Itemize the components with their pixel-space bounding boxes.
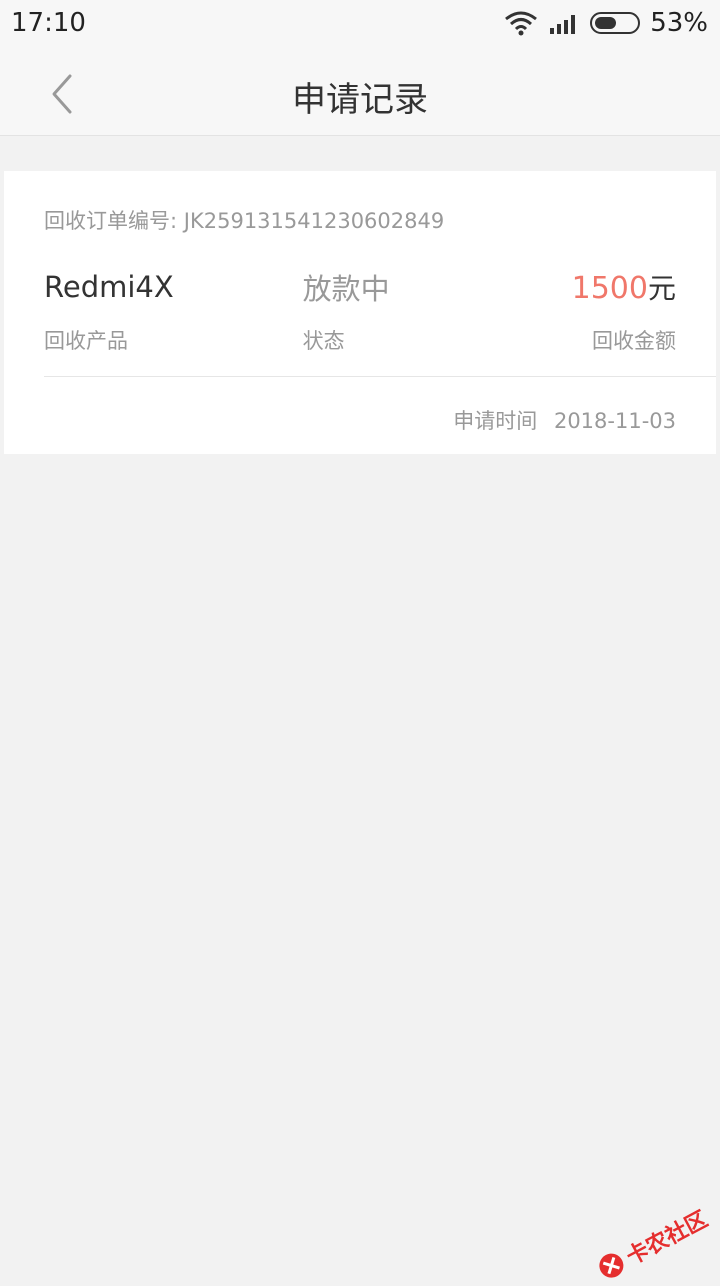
amount-unit: 元	[647, 272, 676, 305]
amount-label: 回收金额	[591, 329, 676, 353]
wifi-icon	[505, 11, 538, 36]
status-value: 放款中	[302, 272, 390, 306]
watermark-text: 卡农社区	[622, 1206, 713, 1271]
apply-time-label: 申请时间	[453, 409, 538, 433]
status-label: 状态	[302, 329, 345, 353]
page-title: 申请记录	[292, 80, 428, 120]
battery-icon	[590, 12, 641, 34]
amount-number: 1500	[571, 271, 648, 306]
battery-percent: 53%	[650, 8, 708, 38]
product-value: Redmi4X	[44, 270, 174, 304]
record-values-row: Redmi4X 放款中 1500元	[44, 267, 676, 307]
order-number: 回收订单编号: JK259131541230602849	[44, 205, 444, 235]
status-icons: 53%	[504, 8, 708, 38]
amount-value: 1500元	[465, 267, 676, 307]
record-card[interactable]: 回收订单编号: JK259131541230602849 Redmi4X 放款中…	[4, 171, 716, 454]
record-labels-row: 回收产品 状态 回收金额	[44, 325, 676, 355]
signal-icon	[550, 15, 576, 34]
order-number-value: JK259131541230602849	[183, 209, 445, 233]
product-label: 回收产品	[44, 329, 128, 353]
apply-time: 申请时间 2018-11-03	[453, 405, 676, 435]
status-time: 17:10	[11, 8, 86, 38]
top-nav-bar: 申请记录	[0, 50, 720, 136]
order-number-label: 回收订单编号:	[44, 209, 178, 233]
status-bar: 17:10 53%	[0, 0, 720, 50]
watermark: 卡农社区	[591, 1202, 712, 1286]
divider	[44, 376, 716, 377]
apply-time-value: 2018-11-03	[553, 409, 676, 433]
